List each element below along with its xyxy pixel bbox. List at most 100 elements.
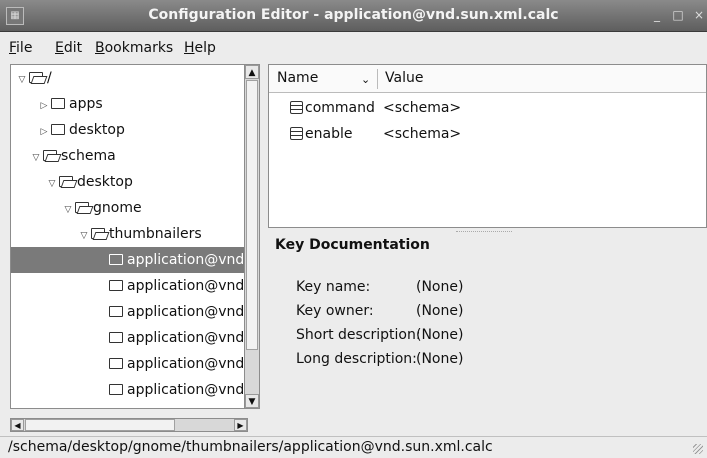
menu-help-label: elp bbox=[194, 40, 216, 56]
tree-item-label: desktop bbox=[69, 122, 125, 138]
tree-item-label: application@vnd. bbox=[127, 252, 249, 268]
folder-open-icon bbox=[91, 228, 105, 239]
sort-chevron-icon[interactable]: ⌄ bbox=[361, 73, 370, 86]
short-description-value: (None) bbox=[416, 327, 464, 343]
column-name-header[interactable]: Name bbox=[277, 70, 318, 86]
tree-item-content: application@vnd. bbox=[109, 377, 249, 403]
tree-item[interactable]: application@vnd. bbox=[11, 377, 259, 403]
menu-edit[interactable]: Edit bbox=[55, 40, 82, 56]
tree-item-content: application@vnd. bbox=[109, 273, 249, 299]
tree-item-content: ▽ / bbox=[15, 65, 52, 91]
tree-item[interactable]: ▷ apps bbox=[11, 91, 259, 117]
menu-help-mnemonic: H bbox=[184, 40, 195, 56]
menu-file[interactable]: File bbox=[9, 40, 32, 56]
menu-bookmarks-label: ookmarks bbox=[104, 40, 174, 56]
tree-item-content: application@vnd. bbox=[109, 351, 249, 377]
tree-item[interactable]: application@vnd. bbox=[11, 247, 259, 273]
schema-key-icon bbox=[290, 127, 303, 140]
tree-vertical-scrollbar[interactable]: ▲ ▼ bbox=[244, 64, 260, 409]
tree-item-content: ▽ schema bbox=[29, 143, 116, 169]
tree-item[interactable]: ▽ gnome bbox=[11, 195, 259, 221]
tree-item-label: apps bbox=[69, 96, 103, 112]
key-row[interactable]: enable <schema> bbox=[269, 122, 706, 146]
expander-closed-icon[interactable]: ▷ bbox=[37, 119, 51, 143]
tree-item-label: application@vnd. bbox=[127, 278, 249, 294]
folder-icon bbox=[51, 98, 65, 109]
schema-key-icon bbox=[290, 101, 303, 114]
tree-item-content: ▷ desktop bbox=[37, 117, 125, 143]
directory-tree[interactable]: ▽ / ▷ apps ▷ desktop ▽ schema ▽ desktop ▽ gnome ▽ thu… bbox=[10, 64, 260, 409]
tree-item[interactable]: application@vnd. bbox=[11, 299, 259, 325]
tree-item-content: ▽ thumbnailers bbox=[77, 221, 202, 247]
column-separator[interactable] bbox=[377, 69, 378, 89]
tree-item-content: ▽ gnome bbox=[61, 195, 142, 221]
tree-item-content: application@vnd. bbox=[109, 325, 249, 351]
menu-file-label: ile bbox=[16, 40, 33, 56]
scroll-left-arrow-icon[interactable]: ◀ bbox=[11, 419, 24, 431]
expander-open-icon[interactable]: ▽ bbox=[29, 145, 43, 169]
key-list-header: Name ⌄ Value bbox=[269, 65, 706, 93]
folder-icon bbox=[109, 358, 123, 369]
folder-icon bbox=[109, 306, 123, 317]
scroll-right-arrow-icon[interactable]: ▶ bbox=[234, 419, 247, 431]
tree-horizontal-scrollbar[interactable]: ◀ ▶ bbox=[10, 418, 248, 432]
tree-item-content: application@vnd. bbox=[109, 247, 249, 273]
short-description-label: Short description: bbox=[296, 327, 421, 343]
folder-open-icon bbox=[43, 150, 57, 161]
scroll-down-arrow-icon[interactable]: ▼ bbox=[245, 394, 259, 408]
minimize-button[interactable]: _ bbox=[650, 8, 664, 22]
scroll-up-arrow-icon[interactable]: ▲ bbox=[245, 65, 259, 79]
folder-icon bbox=[109, 254, 123, 265]
key-value: <schema> bbox=[383, 126, 462, 142]
menubar: File Edit Bookmarks Help bbox=[0, 36, 707, 61]
column-value-header[interactable]: Value bbox=[385, 70, 423, 86]
menu-edit-label: dit bbox=[63, 40, 83, 56]
expander-open-icon[interactable]: ▽ bbox=[61, 197, 75, 221]
tree-item[interactable]: ▷ desktop bbox=[11, 117, 259, 143]
folder-open-icon bbox=[75, 202, 89, 213]
tree-item[interactable]: application@vnd. bbox=[11, 273, 259, 299]
tree-item-label: application@vnd. bbox=[127, 356, 249, 372]
long-description-label: Long description: bbox=[296, 351, 417, 367]
menu-bookmarks[interactable]: Bookmarks bbox=[95, 40, 173, 56]
window-title: Configuration Editor - application@vnd.s… bbox=[148, 7, 559, 23]
tree-item-content: application@vnd. bbox=[109, 299, 249, 325]
key-list[interactable]: Name ⌄ Value command <schema> enable <sc… bbox=[268, 64, 707, 228]
tree-item-label: application@vnd. bbox=[127, 304, 249, 320]
key-value: <schema> bbox=[383, 100, 462, 116]
tree-scroll-thumb[interactable] bbox=[246, 80, 258, 350]
folder-icon bbox=[51, 124, 65, 135]
key-name: enable bbox=[305, 126, 353, 142]
status-path: /schema/desktop/gnome/thumbnailers/appli… bbox=[8, 439, 493, 455]
pane-splitter[interactable] bbox=[262, 64, 266, 434]
tree-item-label: application@vnd. bbox=[127, 330, 249, 346]
expander-open-icon[interactable]: ▽ bbox=[15, 67, 29, 91]
key-name-value: (None) bbox=[416, 279, 464, 295]
key-owner-label: Key owner: bbox=[296, 303, 374, 319]
horizontal-splitter-grip[interactable] bbox=[456, 231, 512, 234]
folder-icon bbox=[109, 332, 123, 343]
folder-open-icon bbox=[29, 72, 43, 83]
tree-item[interactable]: ▽ thumbnailers bbox=[11, 221, 259, 247]
tree-item[interactable]: ▽ schema bbox=[11, 143, 259, 169]
tree-item-content: ▷ apps bbox=[37, 91, 103, 117]
tree-item[interactable]: application@vnd. bbox=[11, 351, 259, 377]
menu-help[interactable]: Help bbox=[184, 40, 216, 56]
maximize-button[interactable]: □ bbox=[671, 8, 685, 22]
menu-file-mnemonic: F bbox=[9, 40, 17, 56]
tree-hscroll-thumb[interactable] bbox=[25, 419, 175, 431]
key-name: command bbox=[305, 100, 375, 116]
tree-item-label: / bbox=[47, 70, 52, 86]
tree-item[interactable]: ▽ / bbox=[11, 65, 259, 91]
expander-open-icon[interactable]: ▽ bbox=[77, 223, 91, 247]
key-documentation-heading: Key Documentation bbox=[275, 237, 430, 253]
resize-grip-icon[interactable] bbox=[693, 444, 703, 454]
expander-closed-icon[interactable]: ▷ bbox=[37, 93, 51, 117]
tree-item-content: ▽ desktop bbox=[45, 169, 133, 195]
key-row[interactable]: command <schema> bbox=[269, 96, 706, 120]
window-titlebar[interactable]: ▦ Configuration Editor - application@vnd… bbox=[0, 0, 707, 32]
expander-open-icon[interactable]: ▽ bbox=[45, 171, 59, 195]
close-button[interactable]: × bbox=[692, 8, 706, 22]
tree-item[interactable]: ▽ desktop bbox=[11, 169, 259, 195]
tree-item[interactable]: application@vnd. bbox=[11, 325, 259, 351]
